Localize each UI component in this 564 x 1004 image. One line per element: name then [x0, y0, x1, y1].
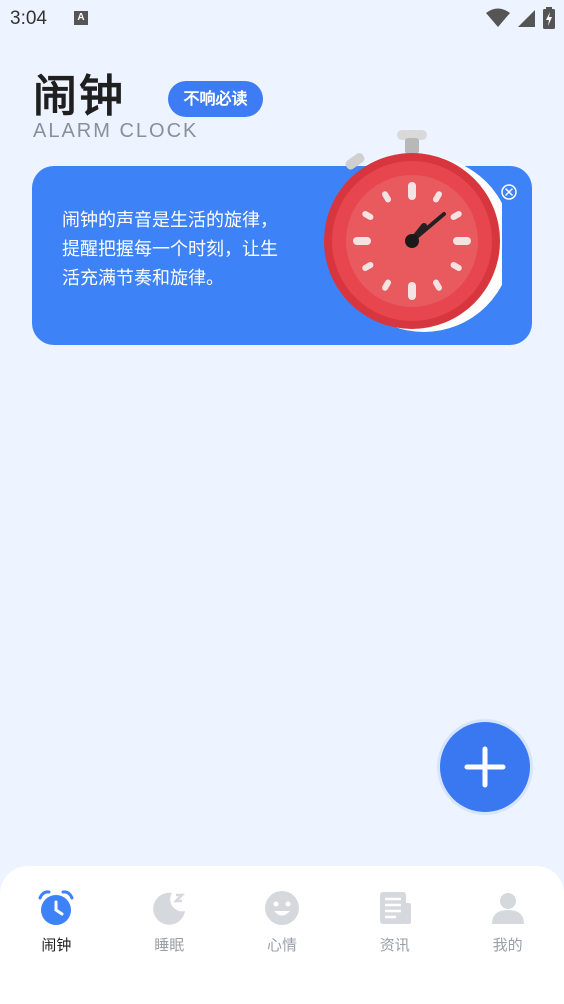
tab-label-profile: 我的 — [492, 936, 523, 954]
tab-news[interactable]: 资讯 — [338, 866, 451, 1004]
stopwatch-illustration — [324, 130, 502, 332]
tab-profile[interactable]: 我的 — [451, 866, 564, 1004]
alarm-clock-icon — [38, 890, 74, 925]
close-icon[interactable] — [501, 184, 517, 200]
tab-label-news: 资讯 — [379, 936, 410, 954]
page-title: 闹钟 — [33, 71, 125, 122]
tab-alarm[interactable]: 闹钟 — [0, 866, 113, 1004]
tab-label-alarm: 闹钟 — [41, 936, 72, 954]
notification-a-icon: A — [74, 11, 88, 25]
tab-sleep[interactable]: 睡眠 — [113, 866, 226, 1004]
plus-icon — [464, 746, 506, 788]
info-banner[interactable]: 闹钟的声音是生活的旋律，提醒把握每一个时刻，让生活充满节奏和旋律。 — [32, 130, 532, 345]
must-read-button[interactable]: 不响必读 — [168, 81, 263, 117]
battery-charging-icon — [543, 7, 555, 29]
wifi-icon — [486, 8, 510, 27]
add-alarm-button[interactable] — [440, 722, 530, 812]
signal-icon — [518, 10, 535, 27]
smiley-icon — [264, 891, 299, 925]
status-icons — [486, 7, 556, 29]
status-bar: 3:04 A — [0, 0, 564, 40]
alarm-screen: 3:04 A 闹钟 ALARM CLOCK 不响必读 闹钟的声音是生活的旋律，提… — [0, 0, 564, 1004]
page-subtitle: ALARM CLOCK — [33, 120, 199, 142]
status-time: 3:04 — [10, 8, 47, 29]
news-icon — [379, 892, 411, 924]
tab-label-sleep: 睡眠 — [154, 936, 185, 954]
tab-mood[interactable]: 心情 — [226, 866, 339, 1004]
tab-label-mood: 心情 — [266, 936, 297, 954]
user-icon — [491, 893, 524, 924]
banner-text: 闹钟的声音是生活的旋律，提醒把握每一个时刻，让生活充满节奏和旋律。 — [62, 210, 278, 289]
bottom-tab-bar: 闹钟 睡眠 心情 资讯 我的 — [0, 866, 564, 1004]
moon-icon — [153, 892, 186, 925]
